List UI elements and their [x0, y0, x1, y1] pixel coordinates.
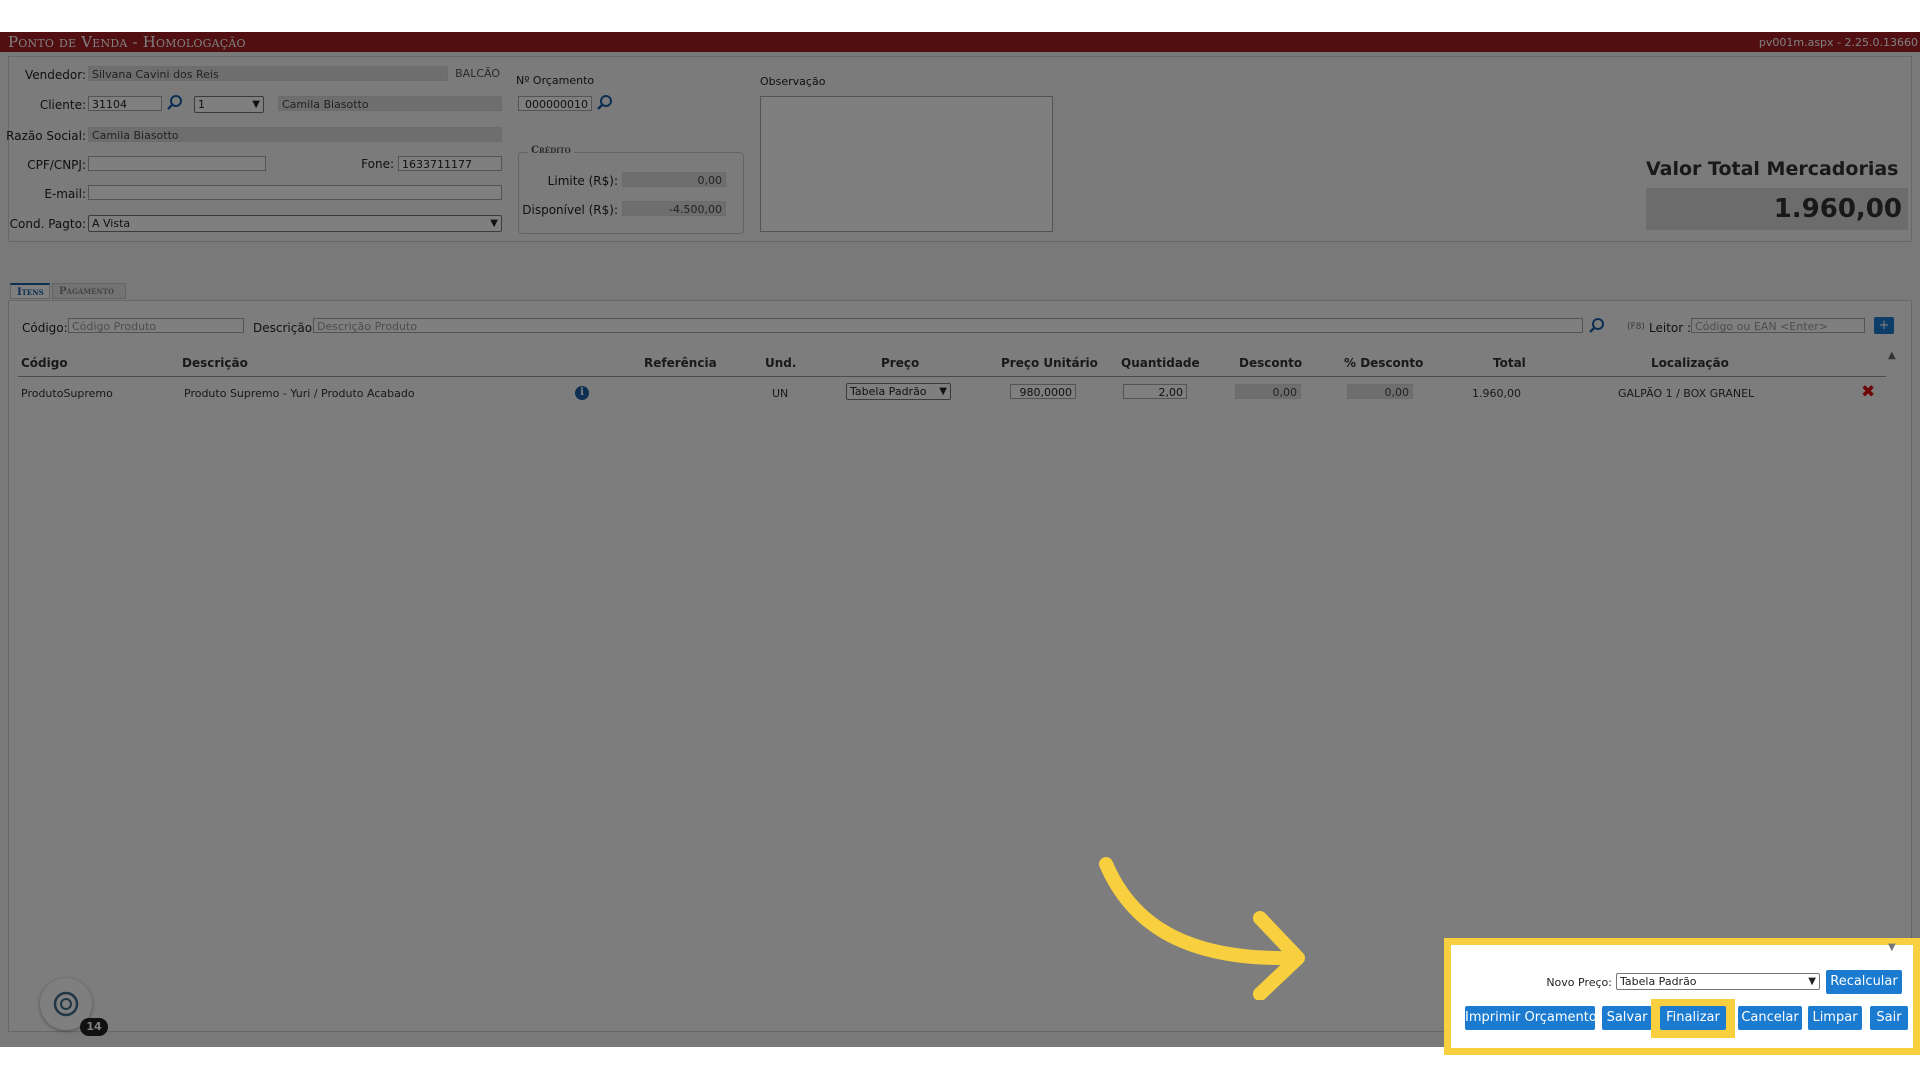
disponivel-label: Disponível (R$):	[522, 203, 618, 217]
orcamento-input[interactable]: 000000010	[518, 96, 592, 111]
codigo-search-label: Código:	[22, 321, 68, 335]
recalcular-button[interactable]: Recalcular	[1826, 970, 1902, 994]
notification-badge: 14	[80, 1018, 108, 1036]
info-icon[interactable]: i	[575, 386, 589, 400]
limite-label: Limite (R$):	[547, 174, 618, 188]
cond-pagto-value: A Vista	[92, 217, 131, 230]
col-preco-unitario: Preço Unitário	[1001, 356, 1098, 370]
descricao-search-input[interactable]: Descrição Produto	[313, 318, 1583, 333]
fone-label: Fone:	[361, 157, 394, 171]
cell-localizacao: GALPÃO 1 / BOX GRANEL	[1618, 387, 1755, 400]
razao-field: Camila Biasotto	[88, 127, 502, 142]
vendedor-label: Vendedor:	[25, 68, 86, 82]
cond-pagto-select[interactable]: A Vista ▼	[88, 215, 502, 232]
vendedor-field: Silvana Cavini dos Reis	[88, 66, 448, 81]
tab-itens[interactable]: Itens	[10, 283, 50, 299]
credito-legend: Crédito	[528, 145, 574, 156]
col-localizacao: Localização	[1651, 356, 1729, 370]
col-quantidade: Quantidade	[1121, 356, 1200, 370]
leitor-input[interactable]: Código ou EAN <Enter>	[1691, 318, 1865, 333]
add-item-button[interactable]: +	[1874, 317, 1894, 334]
limite-field: 0,00	[622, 172, 726, 187]
title-bar: Ponto de Venda - Homologação pv001m.aspx…	[0, 32, 1920, 52]
col-referencia: Referência	[644, 356, 717, 370]
salvar-button[interactable]: Salvar	[1602, 1006, 1652, 1030]
cell-quantidade-input[interactable]: 2,00	[1123, 384, 1187, 399]
col-und: Und.	[765, 356, 797, 370]
imprimir-orcamento-button[interactable]: Imprimir Orçamento	[1465, 1006, 1597, 1030]
total-value: 1.960,00	[1646, 188, 1908, 230]
col-preco: Preço	[881, 356, 920, 370]
cliente-code-input[interactable]: 31104	[88, 96, 162, 111]
novo-preco-label: Novo Preço:	[1546, 976, 1612, 989]
cell-und: UN	[772, 387, 789, 400]
col-codigo: Código	[21, 356, 68, 370]
chevron-down-icon: ▼	[490, 218, 498, 229]
items-panel	[8, 300, 1912, 1032]
cell-preco-value: Tabela Padrão	[850, 385, 927, 398]
cancelar-button[interactable]: Cancelar	[1738, 1006, 1802, 1030]
cliente-search-icon[interactable]	[166, 94, 184, 112]
cliente-name-field: Camila Biasotto	[278, 96, 502, 111]
col-desconto: Desconto	[1239, 356, 1303, 370]
cell-pct-desconto-field: 0,00	[1347, 384, 1413, 399]
cell-preco-select[interactable]: Tabela Padrão ▼	[846, 383, 951, 400]
leitor-label: Leitor :	[1649, 321, 1692, 335]
email-input[interactable]	[88, 185, 502, 200]
version-label: pv001m.aspx - 2.25.0.13660	[1758, 36, 1918, 49]
novo-preco-value: Tabela Padrão	[1620, 975, 1697, 988]
orcamento-label: Nº Orçamento	[516, 74, 595, 87]
scroll-down-icon[interactable]: ▼	[1888, 942, 1896, 953]
credito-fieldset	[518, 152, 744, 234]
col-descricao: Descrição	[182, 356, 248, 370]
orcamento-search-icon[interactable]	[596, 94, 614, 112]
novo-preco-select[interactable]: Tabela Padrão ▼	[1616, 973, 1820, 990]
disponivel-field: -4.500,00	[622, 201, 726, 216]
cpf-label: CPF/CNPJ:	[27, 158, 86, 172]
cpf-input[interactable]	[88, 156, 266, 171]
total-label: Valor Total Mercadorias	[1646, 158, 1899, 180]
window-title: Ponto de Venda - Homologação	[8, 33, 246, 51]
cliente-seq-value: 1	[198, 98, 205, 111]
email-label: E-mail:	[44, 187, 86, 201]
descricao-search-label: Descrição:	[253, 321, 317, 335]
balcao-label: BALCÃO	[455, 67, 500, 80]
cell-total: 1.960,00	[1472, 387, 1521, 400]
razao-label: Razão Social:	[6, 129, 86, 143]
product-search-icon[interactable]	[1588, 317, 1606, 335]
f8-hint: (F8)	[1627, 322, 1645, 332]
sair-button[interactable]: Sair	[1870, 1006, 1908, 1030]
col-total: Total	[1493, 356, 1526, 370]
col-pct-desconto: % Desconto	[1344, 356, 1424, 370]
observacao-label: Observação	[760, 75, 826, 88]
fone-input[interactable]: 1633711177	[398, 156, 502, 171]
table-header-underline	[18, 376, 1886, 377]
cliente-label: Cliente:	[39, 98, 86, 112]
tab-pagamento[interactable]: Pagamento	[52, 283, 126, 299]
cliente-seq-select[interactable]: 1 ▼	[194, 96, 264, 113]
codigo-search-input[interactable]: Código Produto	[68, 318, 244, 333]
cond-pagto-label: Cond. Pagto:	[9, 217, 86, 231]
annotation-arrow-icon	[1099, 857, 1305, 1000]
observacao-textarea[interactable]	[760, 96, 1053, 232]
cell-preco-unitario-input[interactable]: 980,0000	[1010, 384, 1076, 399]
cell-descricao: Produto Supremo - Yuri / Produto Acabado	[184, 387, 415, 400]
cell-codigo: ProdutoSupremo	[21, 387, 113, 400]
chevron-down-icon: ▼	[1808, 976, 1816, 987]
chevron-down-icon: ▼	[252, 99, 260, 110]
cell-desconto-field: 0,00	[1235, 384, 1301, 399]
delete-row-icon[interactable]: ✖	[1861, 382, 1875, 402]
limpar-button[interactable]: Limpar	[1808, 1006, 1862, 1030]
chevron-down-icon: ▼	[939, 386, 947, 397]
app-frame: Ponto de Venda - Homologação pv001m.aspx…	[0, 32, 1920, 1047]
finalizar-button[interactable]: Finalizar	[1660, 1006, 1726, 1030]
scroll-up-icon[interactable]: ▲	[1888, 350, 1896, 361]
